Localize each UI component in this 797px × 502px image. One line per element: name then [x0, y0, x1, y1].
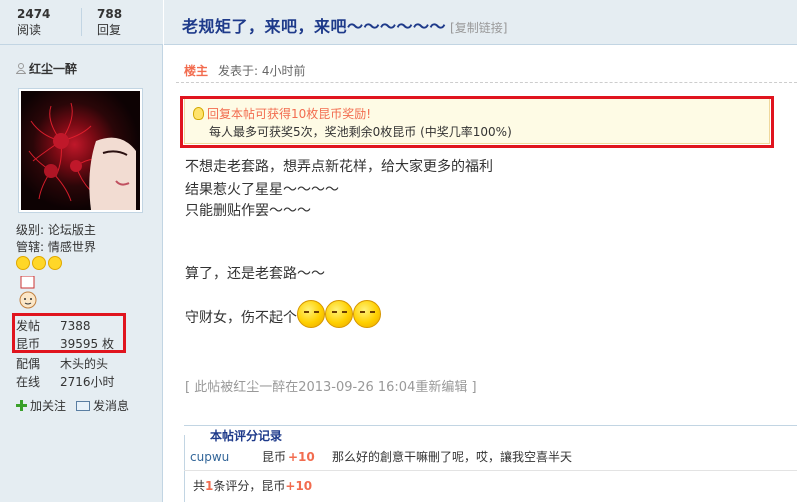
views-count: 2474 — [17, 7, 51, 21]
post-line: 只能删贴作罢～～～ — [185, 203, 311, 219]
replies-label: 回复 — [97, 23, 122, 37]
online-hours: 2716小时 — [60, 375, 115, 389]
worried-smiley-icon — [353, 300, 381, 328]
message-button[interactable]: 发消息 — [76, 397, 129, 414]
message-label[interactable]: 发消息 — [93, 399, 129, 413]
rating-row: cupwu 昆币 +10 那么好的創意干嘛刪了呢，哎，讓我空喜半天 — [190, 448, 572, 465]
medal-graphic — [19, 275, 37, 309]
meta-divider — [176, 82, 797, 83]
rating-points: +10 — [288, 450, 315, 464]
replies-stat: 788 回复 — [97, 7, 122, 38]
rank-smileys — [16, 256, 64, 272]
follow-label[interactable]: 加关注 — [30, 399, 66, 413]
avatar-image — [21, 91, 140, 210]
rating-user[interactable]: cupwu — [190, 450, 262, 464]
author-level: 级别: 论坛版主 — [16, 223, 96, 237]
reward-highlight-box — [180, 96, 774, 148]
rank-smiley-icon — [16, 256, 30, 270]
summary-points: +10 — [285, 479, 313, 493]
replies-count: 788 — [97, 7, 123, 21]
spider-lily-art — [28, 102, 136, 210]
post-line: 结果惹火了星星～～～～ — [185, 182, 339, 198]
post-line: 守财女，伤不起个 — [185, 310, 297, 326]
views-label: 阅读 — [17, 23, 42, 37]
thread-header: 老规矩了，来吧，来吧～～～～～～ [复制链接] — [164, 0, 797, 45]
spouse-name[interactable]: 木头的头 — [60, 357, 108, 371]
spouse-label: 配偶 — [16, 357, 41, 371]
rank-smiley-icon — [48, 256, 62, 270]
avatar[interactable] — [18, 88, 143, 213]
online-row: 在线 2716小时 — [16, 374, 115, 390]
rating-separator — [184, 470, 797, 471]
rank-smiley-icon — [32, 256, 46, 270]
views-stat: 2474 阅读 — [17, 7, 50, 38]
rating-title: 本帖评分记录 — [206, 427, 287, 444]
spouse-row: 配偶 木头的头 — [16, 356, 108, 372]
author-name-row[interactable]: 红尘一醉 — [16, 60, 77, 77]
rating-comment: 那么好的創意干嘛刪了呢，哎，讓我空喜半天 — [332, 450, 573, 464]
copy-link-button[interactable]: [复制链接] — [450, 21, 507, 35]
post-time: 发表于: 4小时前 — [218, 64, 306, 78]
thread-title-row: 老规矩了，来吧，来吧～～～～～～ [复制链接] — [182, 13, 507, 37]
author-name[interactable]: 红尘一醉 — [29, 62, 77, 76]
edit-note: [ 此帖被红尘一醉在2013-09-26 16:04重新编辑 ] — [185, 380, 477, 395]
post-meta: 楼主 发表于: 4小时前 — [184, 62, 306, 79]
author-actions: 加关注 发消息 — [16, 397, 139, 414]
post-line: 不想走老套路，想弄点新花样，给大家更多的福利 — [185, 159, 493, 175]
summary-mid: 条评分，昆币 — [213, 479, 286, 493]
medal-icon[interactable] — [18, 275, 38, 310]
author-manages: 管辖: 情感世界 — [16, 240, 96, 254]
post-line: 算了，还是老套路～～ — [185, 266, 325, 282]
summary-prefix: 共 — [193, 479, 206, 493]
post-last-line: 守财女，伤不起个 — [185, 300, 381, 328]
op-badge: 楼主 — [184, 64, 209, 78]
stats-highlight-box — [12, 313, 126, 353]
worried-smiley-icon — [325, 300, 353, 328]
online-label: 在线 — [16, 375, 41, 389]
follow-button[interactable]: 加关注 — [16, 397, 66, 414]
rating-summary: 共1条评分，昆币+10 — [193, 477, 312, 494]
worried-smiley-icon — [297, 300, 325, 328]
plus-icon — [16, 400, 27, 411]
stats-divider — [81, 8, 82, 36]
mail-icon — [76, 401, 91, 411]
rating-currency: 昆币 — [262, 450, 287, 464]
thread-stats: 2474 阅读 788 回复 — [0, 0, 163, 45]
thread-title: 老规矩了，来吧，来吧～～～～～～ — [182, 17, 447, 36]
person-icon — [16, 63, 26, 74]
